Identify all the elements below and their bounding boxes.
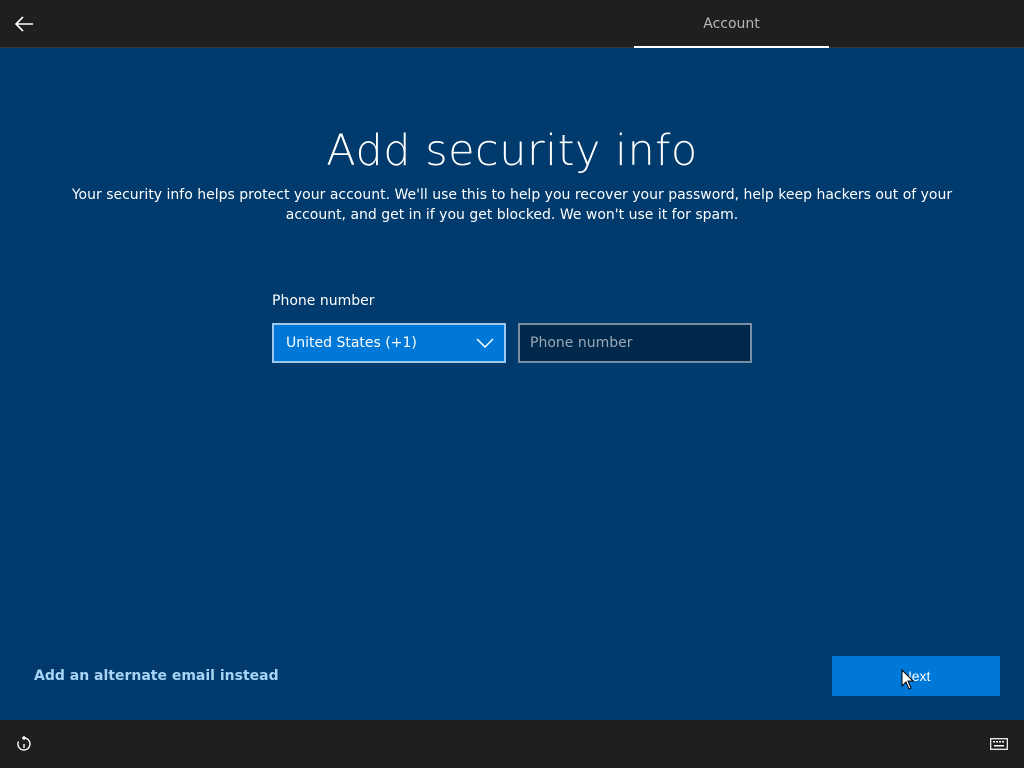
keyboard-button[interactable] (986, 732, 1012, 756)
alternate-email-link[interactable]: Add an alternate email instead (34, 668, 279, 684)
main-panel: Add security info Your security info hel… (0, 48, 1024, 720)
arrow-left-icon (14, 16, 33, 32)
ease-of-access-button[interactable] (12, 732, 36, 756)
tab-account-label: Account (703, 16, 760, 32)
tab-account: Account (634, 0, 829, 48)
keyboard-icon (990, 738, 1008, 750)
chevron-down-icon (476, 335, 494, 351)
country-code-selected: United States (+1) (286, 335, 417, 351)
phone-number-label: Phone number (272, 293, 375, 309)
bottom-bar (0, 720, 1024, 768)
phone-number-input[interactable] (518, 323, 752, 363)
oobe-screen: Account Add security info Your security … (0, 0, 1024, 768)
ease-of-access-icon (17, 736, 31, 751)
page-title: Add security info (326, 126, 698, 176)
back-button[interactable] (8, 8, 40, 40)
top-bar: Account (0, 0, 1024, 48)
page-description: Your security info helps protect your ac… (71, 187, 953, 223)
country-code-select[interactable]: United States (+1) (272, 323, 506, 363)
next-button[interactable]: Next (832, 656, 1000, 696)
